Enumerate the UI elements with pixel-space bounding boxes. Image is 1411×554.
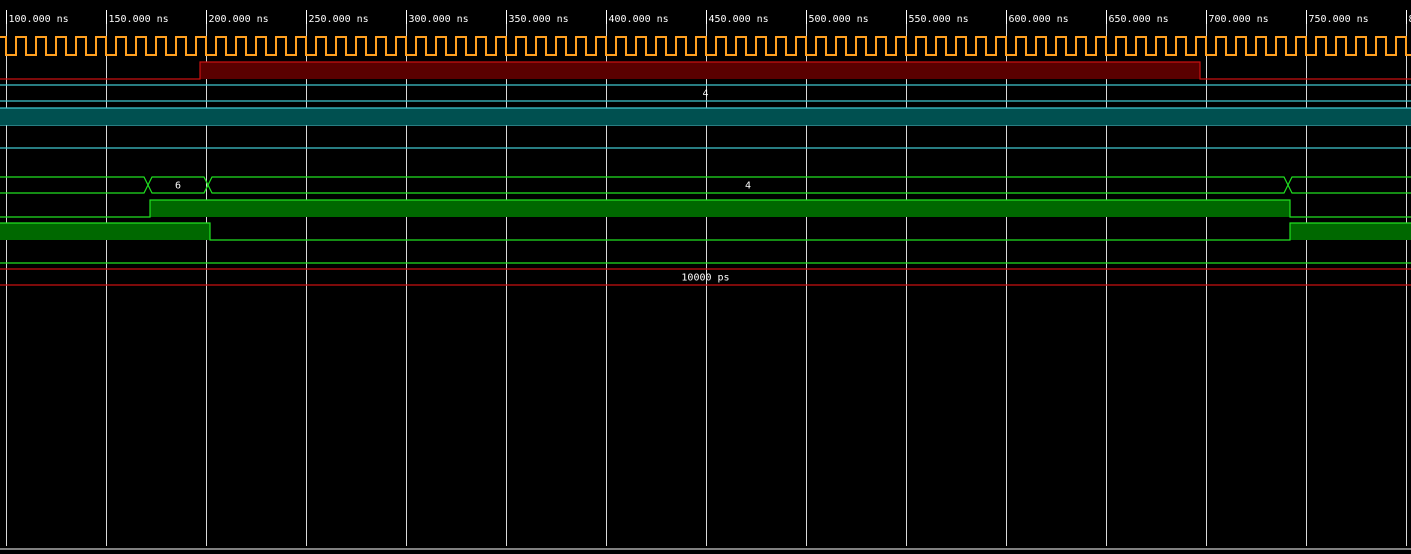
signal-cyan-bit-2 [0, 107, 1411, 125]
ruler-label: 750.000 ns [1309, 14, 1369, 25]
bus-value-label: 4 [702, 89, 708, 100]
bus-value-label: 4 [745, 181, 751, 192]
ruler-label: 500.000 ns [809, 14, 869, 25]
waveform-viewer[interactable]: 100.000 ns 150.000 ns 200.000 ns 250.000 ns… [0, 0, 1411, 554]
ruler-label: 150.000 ns [109, 14, 169, 25]
signal-green-bit-1 [0, 199, 1411, 218]
signal-red-bit [0, 61, 1411, 80]
ruler-label: 650.000 ns [1109, 14, 1169, 25]
ruler-label: 100.000 ns [9, 14, 69, 25]
bus-value-label: 10000 ps [681, 273, 729, 284]
ruler-label: 250.000 ns [309, 14, 369, 25]
ruler-label: 700.000 ns [1209, 14, 1269, 25]
ruler-label: 550.000 ns [909, 14, 969, 25]
ruler-label: 600.000 ns [1009, 14, 1069, 25]
high-fill [200, 62, 1200, 79]
ruler-label: 400.000 ns [609, 14, 669, 25]
ruler-label: 450.000 ns [709, 14, 769, 25]
high-fill [1290, 223, 1411, 240]
ruler-label: 350.000 ns [509, 14, 569, 25]
ruler-label: 300.000 ns [409, 14, 469, 25]
high-fill [0, 108, 1411, 125]
bus-value-label: 6 [175, 181, 181, 192]
ruler-label: 200.000 ns [209, 14, 269, 25]
high-fill [0, 223, 210, 240]
high-fill [150, 200, 1290, 217]
